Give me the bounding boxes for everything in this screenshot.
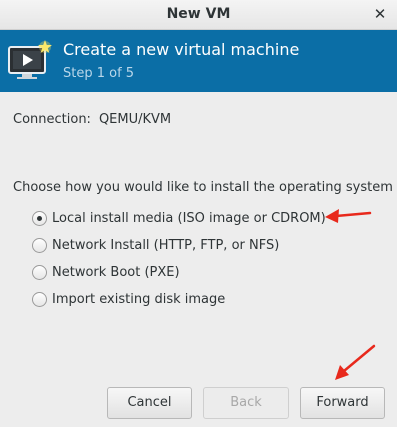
radio-label: Local install media (ISO image or CDROM) bbox=[52, 210, 326, 226]
radio-label: Network Install (HTTP, FTP, or NFS) bbox=[52, 237, 280, 253]
header-banner: Create a new virtual machine Step 1 of 5 bbox=[0, 30, 397, 92]
close-icon[interactable]: ✕ bbox=[372, 5, 388, 23]
radio-label: Import existing disk image bbox=[52, 291, 226, 307]
annotation-arrow-icon bbox=[335, 344, 376, 380]
radio-button-selected[interactable] bbox=[32, 210, 47, 226]
radio-button[interactable] bbox=[32, 237, 47, 253]
connection-label: Connection: bbox=[13, 112, 91, 127]
annotation-arrow-icon bbox=[325, 209, 372, 223]
banner-heading: Create a new virtual machine bbox=[63, 40, 300, 59]
connection-row: Connection: QEMU/KVM bbox=[13, 112, 171, 127]
forward-button[interactable]: Forward bbox=[300, 387, 385, 419]
radio-label: Network Boot (PXE) bbox=[52, 264, 180, 280]
title-bar: New VM ✕ bbox=[0, 0, 397, 30]
radio-import-disk-image[interactable]: Import existing disk image bbox=[32, 290, 225, 308]
radio-network-boot[interactable]: Network Boot (PXE) bbox=[32, 263, 180, 281]
radio-button[interactable] bbox=[32, 291, 47, 307]
cancel-button[interactable]: Cancel bbox=[107, 387, 192, 419]
connection-value: QEMU/KVM bbox=[98, 112, 172, 127]
step-indicator: Step 1 of 5 bbox=[63, 66, 135, 81]
radio-button[interactable] bbox=[32, 264, 47, 280]
virtual-machine-icon bbox=[8, 40, 52, 79]
window-title: New VM bbox=[166, 6, 231, 22]
radio-network-install[interactable]: Network Install (HTTP, FTP, or NFS) bbox=[32, 236, 279, 254]
radio-local-install-media[interactable]: Local install media (ISO image or CDROM) bbox=[32, 209, 326, 227]
back-button[interactable]: Back bbox=[203, 387, 289, 419]
install-method-question: Choose how you would like to install the… bbox=[13, 180, 393, 195]
